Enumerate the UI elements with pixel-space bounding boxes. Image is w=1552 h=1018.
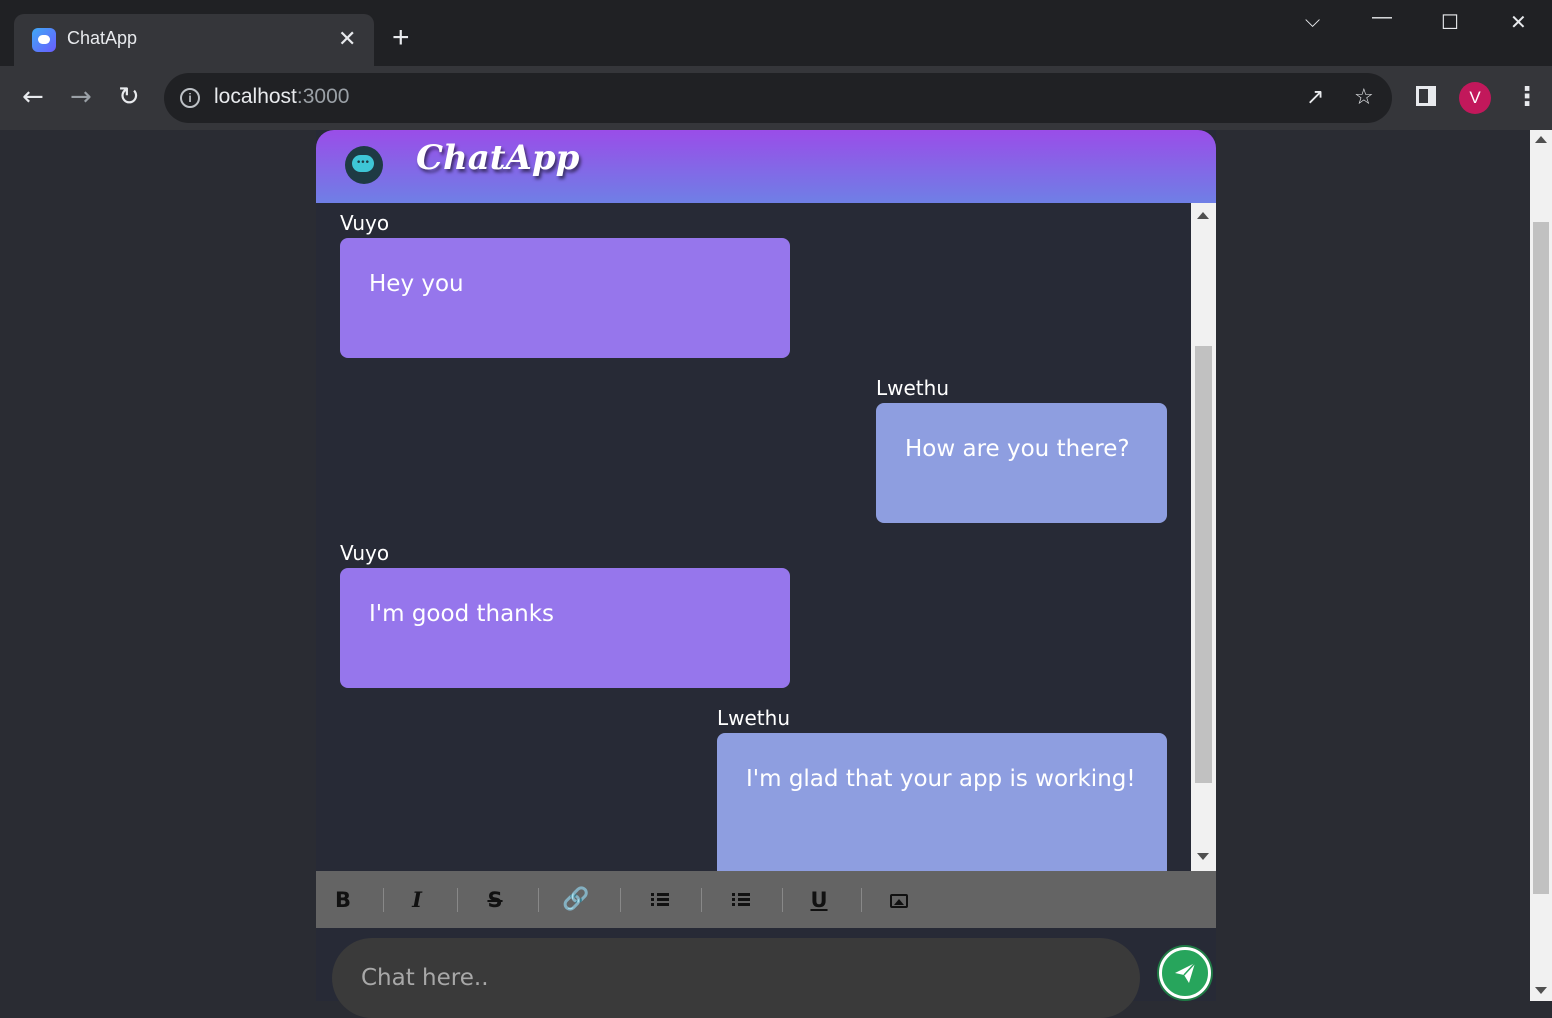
back-arrow-icon[interactable]: ← <box>22 82 44 112</box>
message-sender: Lwethu <box>876 376 949 400</box>
message-item: Vuyo Hey you <box>340 208 790 358</box>
tab-search-icon[interactable]: ⌵ <box>1305 10 1320 33</box>
new-tab-button[interactable]: + <box>392 20 410 56</box>
message-item: Vuyo I'm good thanks <box>340 538 790 688</box>
browser-menu-icon[interactable]: ⋮ <box>1514 80 1540 114</box>
toolbar-divider <box>538 888 539 912</box>
share-icon[interactable]: ↗ <box>1306 85 1324 110</box>
window-close-button[interactable]: ✕ <box>1510 10 1527 35</box>
page-viewport: ChatApp Vuyo Hey you Lwethu How are you … <box>0 130 1552 1018</box>
toolbar-divider <box>457 888 458 912</box>
image-icon[interactable] <box>884 885 914 915</box>
chat-header: ChatApp <box>316 130 1216 203</box>
messages-scroll-thumb[interactable] <box>1195 346 1212 783</box>
message-bubble: I'm glad that your app is working! <box>717 733 1167 871</box>
toolbar-divider <box>620 888 621 912</box>
chat-logo-icon <box>345 146 383 184</box>
site-info-icon[interactable]: i <box>180 88 200 108</box>
messages-scrollbar[interactable] <box>1191 203 1216 871</box>
italic-button[interactable]: I <box>402 885 432 915</box>
message-item: Lwethu I'm glad that your app is working… <box>717 703 1167 871</box>
browser-titlebar: ChatApp ✕ + ⌵ — ☐ ✕ <box>0 0 1552 66</box>
toolbar-divider <box>861 888 862 912</box>
bullet-list-icon[interactable] <box>643 885 673 915</box>
toolbar-divider <box>782 888 783 912</box>
message-sender: Vuyo <box>340 541 390 565</box>
toolbar-divider <box>383 888 384 912</box>
formatting-toolbar: B I S 🔗 U <box>316 871 1216 928</box>
underline-button[interactable]: U <box>804 885 834 915</box>
forward-arrow-icon[interactable]: → <box>70 82 92 112</box>
address-bar[interactable]: i localhost:3000 ↗ ☆ <box>164 73 1392 123</box>
composer <box>316 928 1216 1018</box>
scroll-down-arrow-icon[interactable] <box>1197 853 1209 860</box>
toolbar-divider <box>701 888 702 912</box>
chat-window: ChatApp Vuyo Hey you Lwethu How are you … <box>316 130 1216 1018</box>
chat-input[interactable] <box>332 938 1140 1018</box>
chat-favicon-icon <box>32 28 56 52</box>
message-list: Vuyo Hey you Lwethu How are you there? V… <box>316 203 1191 871</box>
tab-title: ChatApp <box>67 28 138 48</box>
message-bubble: Hey you <box>340 238 790 358</box>
page-scroll-down-arrow-icon[interactable] <box>1535 987 1547 994</box>
scroll-up-arrow-icon[interactable] <box>1197 212 1209 219</box>
message-bubble: I'm good thanks <box>340 568 790 688</box>
maximize-button[interactable]: ☐ <box>1441 10 1459 35</box>
send-button[interactable] <box>1159 947 1211 999</box>
message-bubble: How are you there? <box>876 403 1167 523</box>
page-scroll-up-arrow-icon[interactable] <box>1535 136 1547 143</box>
url-text[interactable]: localhost:3000 <box>214 85 349 109</box>
message-item: Lwethu How are you there? <box>876 373 1167 523</box>
app-brand: ChatApp <box>416 138 580 178</box>
bookmark-star-icon[interactable]: ☆ <box>1354 85 1374 110</box>
reload-icon[interactable]: ↻ <box>118 82 140 112</box>
page-scroll-thumb[interactable] <box>1533 222 1549 894</box>
message-sender: Vuyo <box>340 211 390 235</box>
numbered-list-icon[interactable] <box>724 885 754 915</box>
bold-button[interactable]: B <box>328 885 358 915</box>
paper-plane-icon <box>1175 962 1196 983</box>
strikethrough-button[interactable]: S <box>480 885 510 915</box>
page-scrollbar[interactable] <box>1530 130 1552 1001</box>
link-icon[interactable]: 🔗 <box>561 885 591 915</box>
tab-close-icon[interactable]: ✕ <box>338 26 356 52</box>
profile-avatar[interactable]: V <box>1459 82 1491 114</box>
message-sender: Lwethu <box>717 706 790 730</box>
side-panel-icon[interactable] <box>1416 86 1436 106</box>
browser-tab[interactable]: ChatApp ✕ <box>14 14 374 66</box>
browser-toolbar: ← → ↻ i localhost:3000 ↗ ☆ V ⋮ <box>0 66 1552 130</box>
minimize-button[interactable]: — <box>1372 6 1392 29</box>
